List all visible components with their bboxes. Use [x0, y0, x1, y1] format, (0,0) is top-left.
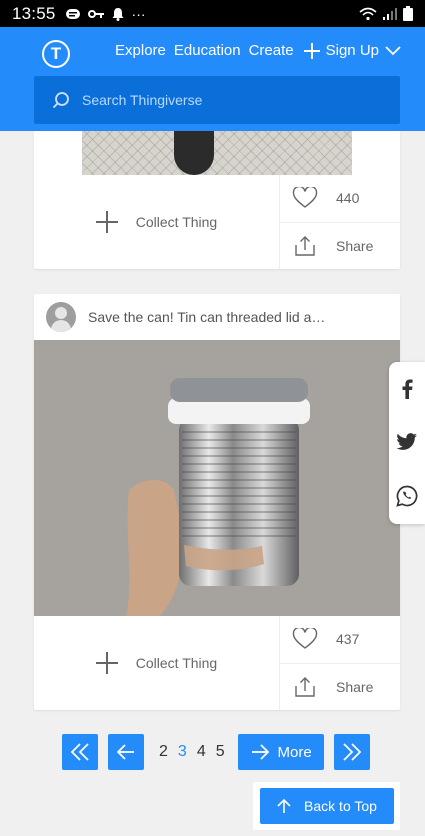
search-input[interactable]: Search Thingiverse [34, 76, 400, 124]
signal-icon [383, 7, 397, 20]
nav-explore[interactable]: Explore [115, 42, 166, 59]
pagination: 2 3 4 5 More [62, 734, 370, 770]
like-count: 437 [336, 631, 360, 648]
heart-icon [292, 628, 318, 650]
like-count: 440 [336, 190, 360, 207]
key-icon [87, 9, 104, 18]
thing-card: Save the can! Tin can threaded lid a… Co… [34, 294, 400, 710]
back-to-top-container: Back to Top [253, 782, 400, 830]
bell-icon [112, 7, 124, 21]
nav-education[interactable]: Education [174, 42, 241, 59]
message-icon [65, 8, 80, 19]
card-actions: Collect Thing 437 Share [34, 616, 400, 710]
plus-icon[interactable] [303, 42, 320, 59]
whatsapp-icon[interactable] [396, 485, 418, 507]
last-page-button[interactable] [333, 734, 370, 770]
main-nav: Explore Education Create Sign Up [107, 42, 401, 59]
share-button[interactable]: Share [280, 221, 400, 270]
share-icon [295, 235, 315, 256]
share-label: Share [336, 678, 374, 695]
tin-can-image [34, 340, 400, 616]
nav-sign-up[interactable]: Sign Up [326, 42, 379, 59]
card-side-actions: 440 Share [280, 175, 400, 269]
card-header[interactable]: Save the can! Tin can threaded lid a… [34, 294, 400, 340]
card-actions: Collect Thing 440 Share [34, 175, 400, 269]
more-label: More [277, 743, 312, 761]
thing-thumbnail[interactable] [82, 131, 352, 175]
thing-title[interactable]: Save the can! Tin can threaded lid a… [88, 309, 325, 325]
search-placeholder: Search Thingiverse [82, 92, 203, 108]
page-4-link[interactable]: 4 [197, 743, 206, 761]
arrow-right-icon [251, 744, 269, 760]
plus-icon [95, 211, 118, 233]
facebook-icon[interactable] [400, 379, 414, 399]
collect-label: Collect Thing [135, 655, 218, 671]
share-button[interactable]: Share [280, 662, 400, 711]
collect-thing-button[interactable]: Collect Thing [34, 175, 280, 269]
status-bar: 13:55 ··· [0, 0, 425, 27]
collect-thing-button[interactable]: Collect Thing [34, 616, 280, 710]
plus-icon [95, 652, 118, 674]
double-chevron-left-icon [70, 743, 89, 761]
site-header: T Explore Education Create Sign Up Searc… [0, 27, 425, 131]
arrow-up-icon [277, 798, 291, 813]
thing-card: Collect Thing 440 Share [34, 131, 400, 269]
card-side-actions: 437 Share [280, 616, 400, 710]
avatar[interactable] [46, 302, 76, 332]
more-pages-button[interactable]: More [237, 734, 324, 770]
chevron-down-icon[interactable] [385, 45, 401, 56]
more-notifications: ··· [131, 5, 146, 22]
nav-create[interactable]: Create [249, 42, 294, 59]
share-icon [295, 676, 315, 697]
status-time: 13:55 [12, 3, 56, 23]
wifi-icon [359, 7, 377, 20]
previous-page-button[interactable] [108, 734, 144, 770]
thumbnail-object [174, 131, 214, 175]
status-notification-icons: ··· [65, 5, 146, 22]
back-to-top-button[interactable]: Back to Top [259, 788, 394, 824]
first-page-button[interactable] [62, 734, 98, 770]
twitter-icon[interactable] [396, 433, 418, 451]
thing-photo[interactable] [34, 340, 400, 616]
back-to-top-label: Back to Top [304, 798, 377, 814]
battery-icon [403, 6, 413, 21]
page-3-current[interactable]: 3 [178, 743, 187, 761]
arrow-left-icon [116, 744, 134, 760]
like-button[interactable]: 440 [280, 175, 400, 222]
thingiverse-logo[interactable]: T [42, 40, 70, 68]
page-2-link[interactable]: 2 [159, 743, 168, 761]
collect-label: Collect Thing [135, 214, 218, 230]
double-chevron-right-icon [342, 743, 361, 761]
share-label: Share [336, 237, 374, 254]
search-icon [52, 92, 69, 109]
page-5-link[interactable]: 5 [216, 743, 225, 761]
like-button[interactable]: 437 [280, 616, 400, 663]
heart-icon [292, 187, 318, 209]
social-share-bar [389, 362, 425, 524]
